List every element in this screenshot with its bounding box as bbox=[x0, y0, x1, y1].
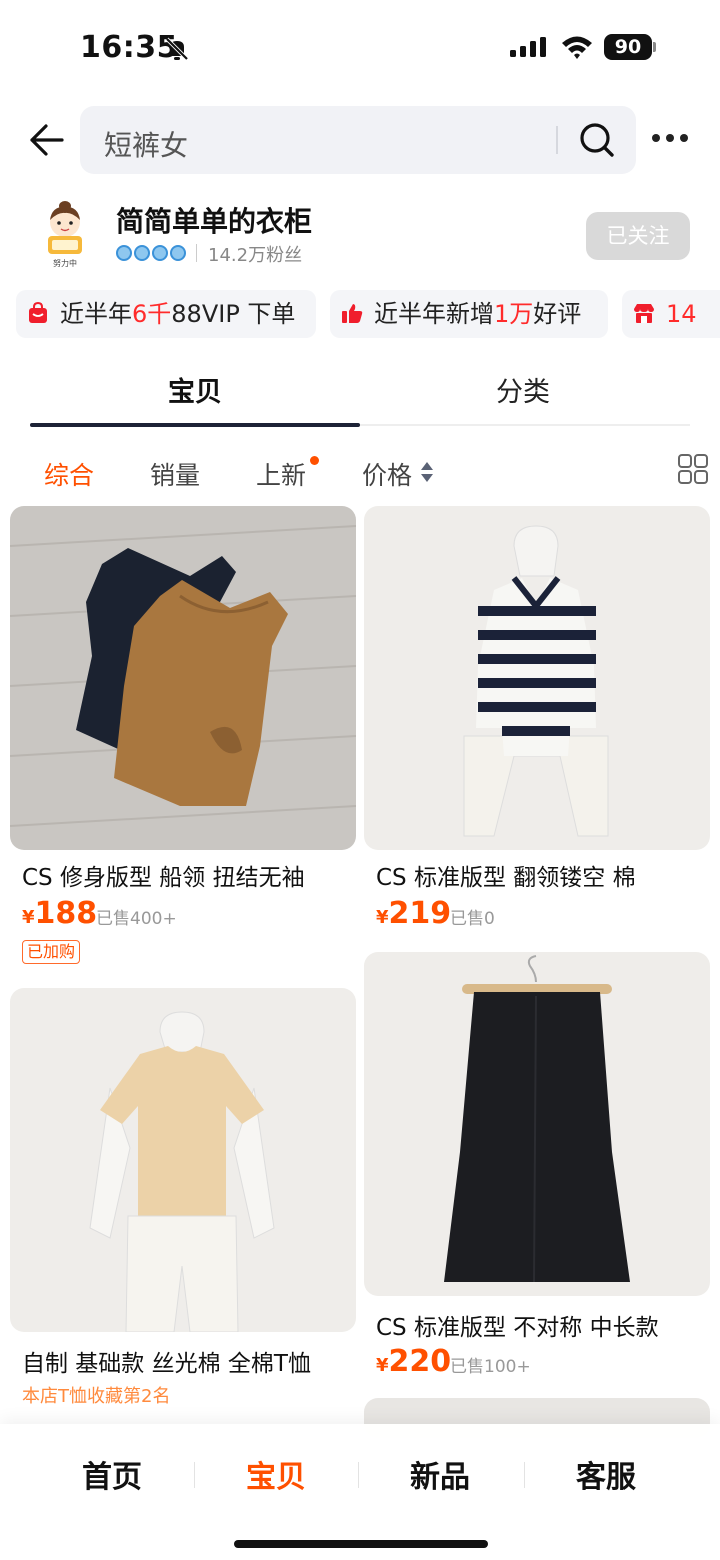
cellular-signal-icon bbox=[510, 37, 546, 57]
sort-arrows-icon bbox=[421, 462, 433, 482]
svg-text:努力中: 努力中 bbox=[53, 258, 77, 268]
product-rank-note: 本店T恤收藏第2名 bbox=[22, 1386, 171, 1407]
product-title[interactable]: CS 标准版型 不对称 中长款 bbox=[376, 1308, 706, 1342]
sort-filters: 综合 销量 上新 价格 bbox=[0, 444, 720, 500]
search-icon[interactable] bbox=[578, 121, 616, 159]
product-title[interactable]: CS 标准版型 翻领镂空 棉 bbox=[376, 858, 706, 892]
bell-muted-icon bbox=[165, 37, 189, 61]
nav-new-arrivals[interactable]: 新品 bbox=[410, 1452, 470, 1496]
more-options-icon[interactable] bbox=[652, 134, 688, 146]
tab-categories[interactable]: 分类 bbox=[496, 370, 550, 409]
active-tab-indicator bbox=[30, 423, 360, 427]
product-price: ¥188 bbox=[22, 896, 98, 931]
battery-level: 90 bbox=[604, 34, 652, 60]
product-image[interactable] bbox=[364, 506, 710, 850]
search-input[interactable]: 短裤女 bbox=[80, 106, 636, 174]
search-header: 短裤女 bbox=[0, 100, 720, 180]
shop-fans-count: 14.2万粉丝 bbox=[208, 245, 303, 266]
product-image[interactable] bbox=[364, 952, 710, 1296]
nav-home[interactable]: 首页 bbox=[82, 1452, 142, 1496]
search-query: 短裤女 bbox=[104, 129, 189, 162]
filter-price[interactable]: 价格 bbox=[362, 456, 412, 492]
nav-customer-service[interactable]: 客服 bbox=[576, 1452, 636, 1496]
added-to-cart-tag: 已加购 bbox=[22, 940, 81, 964]
highlight-chip-more[interactable]: 14 bbox=[622, 290, 720, 338]
highlight-chip-vip-orders[interactable]: 近半年6千88VIP 下单 bbox=[16, 290, 316, 338]
page: 16:35 90 短裤女 努力中 简简单单的衣柜 14.2万粉丝 已关注 近半年… bbox=[0, 0, 720, 1560]
shopping-bag-icon bbox=[29, 301, 47, 323]
shop-icon bbox=[634, 304, 654, 323]
shop-name: 简简单单的衣柜 bbox=[116, 205, 313, 238]
follow-button[interactable]: 已关注 bbox=[586, 212, 690, 260]
product-title[interactable]: 自制 基础款 丝光棉 全棉T恤 bbox=[22, 1344, 352, 1378]
status-bar: 16:35 90 bbox=[0, 0, 720, 96]
battery-indicator: 90 bbox=[604, 34, 656, 60]
grid-view-icon[interactable] bbox=[678, 454, 708, 484]
filter-comprehensive[interactable]: 综合 bbox=[44, 456, 94, 492]
wifi-icon bbox=[562, 36, 592, 59]
thumbs-up-icon bbox=[342, 304, 363, 323]
filter-new[interactable]: 上新 bbox=[256, 456, 306, 492]
shop-highlights: 近半年6千88VIP 下单 近半年新增1万好评 14 bbox=[0, 290, 720, 340]
product-price: ¥219 bbox=[376, 896, 452, 931]
shop-avatar[interactable]: 努力中 bbox=[32, 198, 98, 270]
product-card[interactable]: CS 标准版型 不对称 中长款 ¥220 已售100+ bbox=[364, 952, 710, 1382]
home-indicator bbox=[234, 1540, 488, 1548]
product-image[interactable] bbox=[10, 506, 356, 850]
filter-sales[interactable]: 销量 bbox=[150, 456, 200, 492]
highlight-chip-good-reviews[interactable]: 近半年新增1万好评 bbox=[330, 290, 608, 338]
bottom-navigation: 首页 宝贝 新品 客服 bbox=[0, 1424, 720, 1560]
product-card[interactable]: CS 修身版型 船领 扭结无袖 ¥188 已售400+ 已加购 bbox=[10, 506, 356, 966]
product-card[interactable]: CS 标准版型 翻领镂空 棉 ¥219 已售0 bbox=[364, 506, 710, 936]
shop-level-badges bbox=[116, 242, 188, 264]
shop-tabs: 宝贝 分类 bbox=[0, 352, 720, 430]
tab-products[interactable]: 宝贝 bbox=[168, 370, 222, 409]
back-arrow-icon[interactable] bbox=[26, 120, 66, 160]
product-sold-count: 已售400+ bbox=[96, 909, 177, 929]
product-image[interactable] bbox=[10, 988, 356, 1332]
product-title[interactable]: CS 修身版型 船领 扭结无袖 bbox=[22, 858, 352, 892]
product-sold-count: 已售0 bbox=[450, 909, 495, 929]
product-price: ¥220 bbox=[376, 1344, 452, 1379]
product-card[interactable]: 自制 基础款 丝光棉 全棉T恤 本店T恤收藏第2名 bbox=[10, 988, 356, 1408]
nav-products[interactable]: 宝贝 bbox=[246, 1452, 306, 1496]
new-indicator-dot bbox=[310, 456, 319, 465]
product-sold-count: 已售100+ bbox=[450, 1357, 531, 1377]
shop-info[interactable]: 努力中 简简单单的衣柜 14.2万粉丝 已关注 bbox=[0, 196, 720, 278]
